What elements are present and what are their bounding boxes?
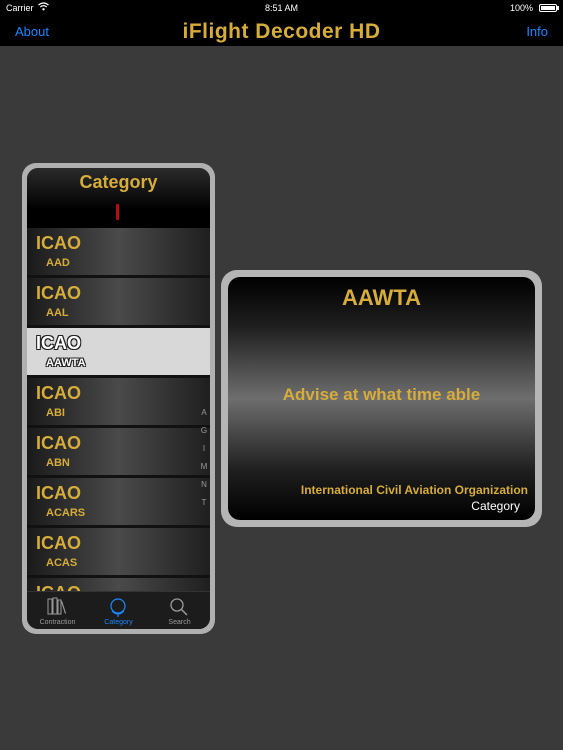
index-letter[interactable]: T — [198, 498, 210, 516]
exclamation-icon — [116, 204, 119, 220]
list-item-category: ICAO — [36, 483, 81, 503]
navigation-bar: About iFlight Decoder HD Info — [0, 16, 563, 46]
list-item-selected[interactable]: ICAO AAWTA — [27, 328, 210, 378]
tab-label: Contraction — [39, 619, 76, 626]
index-letter[interactable]: I — [198, 444, 210, 462]
index-letter[interactable]: N — [198, 480, 210, 498]
detail-card: AAWTA Advise at what time able Internati… — [228, 277, 535, 520]
status-time: 8:51 AM — [264, 3, 299, 13]
detail-type: Category — [471, 499, 520, 513]
battery-tip — [557, 6, 559, 10]
info-button[interactable]: Info — [526, 24, 548, 39]
app-title: iFlight Decoder HD — [182, 20, 381, 43]
list-item-category: ICAO — [36, 433, 81, 453]
detail-code: AAWTA — [341, 285, 422, 310]
battery-icon — [539, 4, 557, 12]
list-item[interactable]: ICAO ACARS — [27, 478, 210, 528]
battery-percent: 100% — [509, 3, 533, 13]
list-item-code: AAWTA — [46, 357, 86, 369]
tab-category[interactable]: Category — [88, 592, 149, 629]
detail-panel: AAWTA Advise at what time able Internati… — [221, 270, 542, 527]
category-title: Category — [79, 172, 158, 192]
category-list[interactable]: ICAO AAD ICAO AAL ICAO AAWTA ICAO ABI IC… — [27, 228, 210, 591]
status-bar: Carrier 8:51 AM 100% — [0, 0, 563, 16]
list-item-code: ABI — [46, 407, 65, 419]
section-index[interactable]: A G I M N T — [198, 408, 210, 516]
list-item[interactable]: ICAO ABI — [27, 378, 210, 428]
list-item-category: ICAO — [36, 233, 81, 253]
index-letter[interactable]: G — [198, 426, 210, 444]
list-item[interactable]: ICAO AAL — [27, 278, 210, 328]
list-item-code: AAD — [46, 257, 70, 269]
detail-organization: International Civil Aviation Organizatio… — [300, 483, 528, 497]
list-item-category: ICAO — [36, 333, 81, 353]
index-letter[interactable]: M — [198, 462, 210, 480]
tab-contraction[interactable]: Contraction — [27, 592, 88, 629]
detail-meaning: Advise at what time able — [282, 385, 481, 404]
list-item[interactable]: ICAO AAD — [27, 228, 210, 278]
list-item-category: ICAO — [36, 383, 81, 403]
list-item-code: ACARS — [46, 507, 86, 519]
list-item-code: AAL — [46, 307, 69, 319]
search-icon — [170, 598, 188, 616]
tab-label: Category — [104, 619, 133, 626]
list-item[interactable]: ICAO ACAS — [27, 528, 210, 578]
globe-icon — [110, 598, 126, 617]
books-icon — [47, 597, 67, 615]
index-letter[interactable]: A — [198, 408, 210, 426]
tab-bar: Contraction Category Search — [27, 591, 210, 629]
list-item-category: ICAO — [36, 583, 81, 591]
tab-label: Search — [168, 619, 191, 626]
category-header: Category — [27, 168, 210, 228]
category-panel-inner: Category ICAO AAD ICAO AAL ICAO AAWTA IC… — [27, 168, 210, 629]
list-item-category: ICAO — [36, 533, 81, 553]
list-item-category: ICAO — [36, 283, 81, 303]
list-item-code: ACAS — [46, 557, 78, 569]
tab-search[interactable]: Search — [149, 592, 210, 629]
list-item[interactable]: ICAO — [27, 578, 210, 591]
list-item[interactable]: ICAO ABN — [27, 428, 210, 478]
category-panel: Category ICAO AAD ICAO AAL ICAO AAWTA IC… — [22, 163, 215, 634]
list-item-code: ABN — [46, 457, 70, 469]
